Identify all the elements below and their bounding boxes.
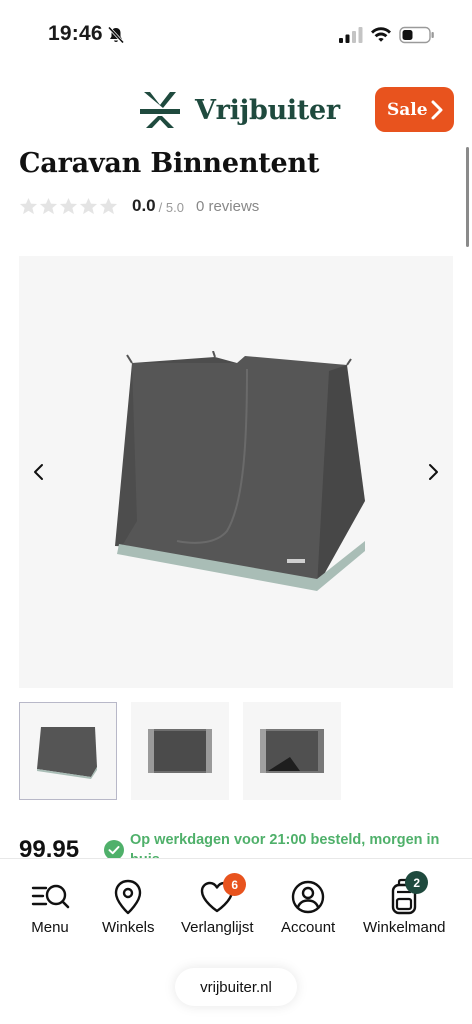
star-icon: [99, 197, 118, 214]
nav-label: Account: [281, 919, 336, 936]
product-image: [115, 351, 365, 591]
location-pin-icon: [115, 879, 142, 915]
nav-item-winkelmand[interactable]: 2 Winkelmand: [363, 871, 446, 936]
brand-logo[interactable]: Vrijbuiter: [138, 88, 340, 132]
check-circle-icon: [104, 840, 124, 858]
nav-item-account[interactable]: Account: [281, 877, 335, 936]
logo-mark-icon: [140, 92, 180, 128]
nav-label: Verlanglijst: [181, 919, 254, 936]
heart-icon-wrap: 6: [197, 873, 247, 917]
nav-item-winkels[interactable]: Winkels: [102, 877, 155, 936]
gallery-prev-arrow-icon[interactable]: [32, 462, 46, 482]
nav-label: Winkels: [102, 919, 155, 936]
status-bar: 19:46: [0, 0, 472, 66]
sale-button[interactable]: Sale: [375, 87, 454, 132]
wishlist-badge: 6: [223, 873, 247, 896]
thumbnail-interior-image: [260, 729, 324, 773]
menu-search-icon: [31, 884, 70, 909]
rating-max: / 5.0: [158, 200, 184, 215]
nav-label: Menu: [31, 919, 69, 936]
wifi-icon: [371, 27, 391, 42]
browser-url-bar[interactable]: vrijbuiter.nl: [175, 968, 297, 1006]
star-icon: [19, 197, 38, 214]
thumbnail-2[interactable]: [131, 702, 229, 800]
rating-stars: [19, 197, 118, 216]
backpack-icon-wrap: 2: [384, 871, 429, 917]
nav-item-verlanglijst[interactable]: 6 Verlanglijst: [181, 873, 254, 936]
thumbnail-tent-image: [37, 727, 97, 779]
star-icon: [59, 197, 78, 214]
thumbnail-1[interactable]: [19, 702, 117, 800]
cart-badge: 2: [405, 871, 429, 894]
nav-item-menu[interactable]: Menu: [30, 877, 70, 936]
signal-icon: [339, 27, 363, 43]
product-title: Caravan Binnentent: [19, 148, 320, 179]
delivery-info: Op werkdagen voor 21:00 besteld, morgen …: [104, 830, 454, 858]
gallery-next-arrow-icon[interactable]: [426, 462, 440, 482]
battery-icon: [399, 26, 434, 44]
brand-name: Vrijbuiter: [195, 94, 340, 126]
star-icon: [79, 197, 98, 214]
star-icon: [39, 197, 58, 214]
rating-score: 0.0: [132, 196, 156, 215]
status-time: 19:46: [48, 22, 103, 45]
bell-off-icon: [107, 26, 125, 44]
user-icon: [291, 880, 325, 914]
product-image-gallery[interactable]: [19, 256, 453, 688]
nav-label: Winkelmand: [363, 919, 446, 936]
delivery-text: Op werkdagen voor 21:00 besteld, morgen …: [130, 832, 440, 858]
sale-label: Sale: [387, 99, 428, 120]
scroll-indicator: [466, 147, 469, 247]
review-count-link[interactable]: 0 reviews: [196, 198, 259, 215]
site-header: Vrijbuiter Sale: [0, 78, 472, 142]
thumbnail-interior-image: [148, 729, 212, 773]
chevron-right-icon: [431, 100, 443, 120]
url-text: vrijbuiter.nl: [200, 978, 272, 996]
gallery-thumbnails: [19, 702, 341, 800]
product-rating[interactable]: 0.0 / 5.0 0 reviews: [19, 194, 259, 218]
thumbnail-3[interactable]: [243, 702, 341, 800]
